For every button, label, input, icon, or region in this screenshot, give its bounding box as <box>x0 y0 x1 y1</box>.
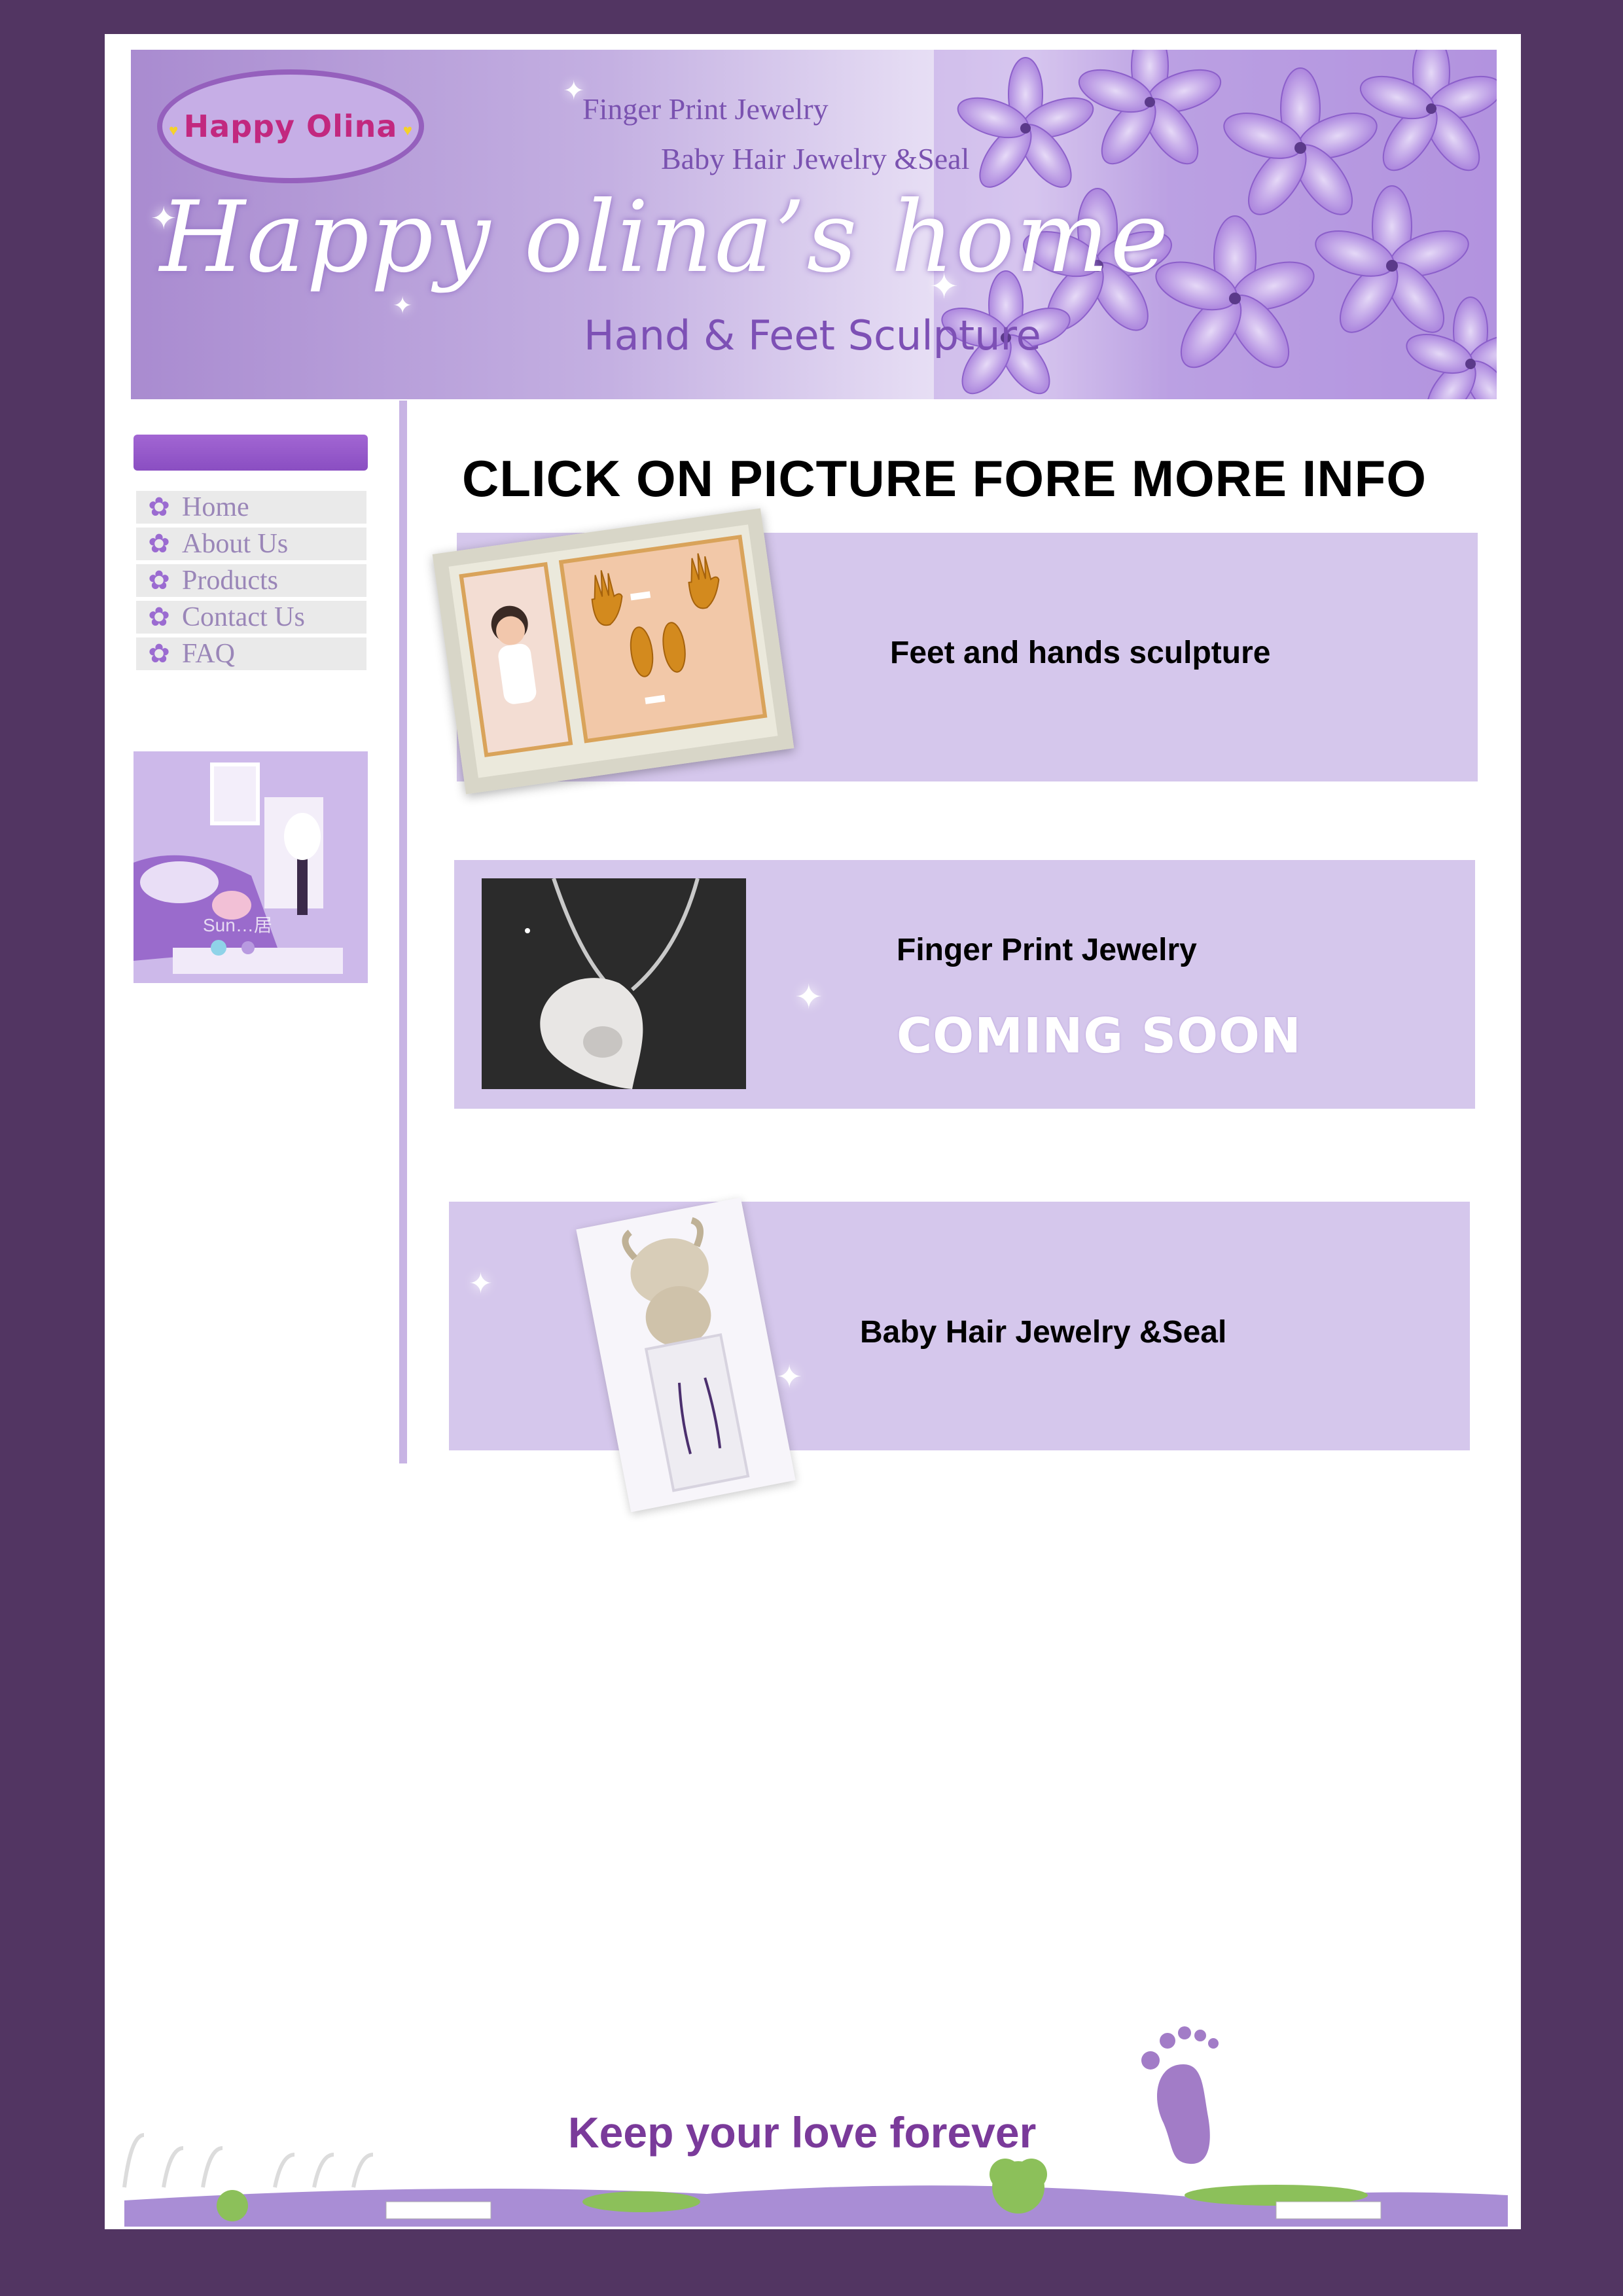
header-tagline-2: Baby Hair Jewelry &Seal <box>661 142 970 175</box>
product-title: Baby Hair Jewelry &Seal <box>860 1315 1227 1350</box>
product-title: Feet and hands sculpture <box>890 636 1271 670</box>
flower-icon: ✿ <box>148 639 170 668</box>
cast-panel <box>558 534 768 744</box>
sparkle-icon: ✦ <box>776 1360 803 1395</box>
flower-icon: ✿ <box>148 529 170 558</box>
sparkle-icon: ✦ <box>794 978 823 1016</box>
page-headline: CLICK ON PICTURE FORE MORE INFO <box>462 450 1427 507</box>
flower-icon: ✿ <box>148 566 170 595</box>
header-banner: ♥ Happy Olina ♥ Finger Print Jewelry Bab… <box>131 50 1497 399</box>
sidebar-nav: ✿ Home ✿ About Us ✿ Products ✿ Contact U… <box>136 491 366 674</box>
footer-slogan: Keep your love forever <box>568 2108 1037 2157</box>
site-title: Happy olina’s home <box>160 181 1170 295</box>
nav-label: About Us <box>182 529 289 559</box>
footprint-icon <box>1141 2026 1219 2164</box>
nav-label: FAQ <box>182 639 235 669</box>
sparkle-icon: ✦ <box>393 292 413 319</box>
baby-photo-art <box>463 566 569 753</box>
product-title: Finger Print Jewelry <box>897 933 1197 967</box>
nav-item-about-us[interactable]: ✿ About Us <box>136 528 366 562</box>
page-container: ♥ Happy Olina ♥ Finger Print Jewelry Bab… <box>105 34 1521 2229</box>
header-tagline-3: Hand & Feet Sculpture <box>584 312 1041 359</box>
bedroom-illustration <box>134 751 368 983</box>
hand-feet-frame-image[interactable] <box>432 508 794 795</box>
sparkle-icon: ✦ <box>929 267 959 306</box>
heart-pendant-image[interactable] <box>482 878 746 1089</box>
sidebar-header-bar <box>134 435 368 471</box>
nav-label: Home <box>182 492 249 522</box>
nav-item-home[interactable]: ✿ Home <box>136 491 366 525</box>
vertical-divider <box>399 401 407 1463</box>
flower-icon: ✿ <box>148 603 170 632</box>
heart-icon: ♥ <box>169 122 179 139</box>
nav-item-contact-us[interactable]: ✿ Contact Us <box>136 601 366 635</box>
coming-soon-badge: COMING SOON <box>897 1008 1302 1064</box>
sparkle-icon: ✦ <box>563 77 585 105</box>
nav-label: Products <box>182 565 278 596</box>
heart-icon: ♥ <box>402 122 412 139</box>
image-watermark: Sun…居 <box>203 915 272 935</box>
golden-casts <box>591 553 720 704</box>
bedroom-image: Sun…居 <box>134 751 368 983</box>
heart-pendant-art <box>482 878 746 1089</box>
nav-item-faq[interactable]: ✿ FAQ <box>136 637 366 672</box>
sparkle-icon: ✦ <box>469 1268 493 1300</box>
footer-banner: Keep your love forever <box>118 2011 1508 2227</box>
nav-item-products[interactable]: ✿ Products <box>136 564 366 598</box>
logo[interactable]: ♥ Happy Olina ♥ <box>157 69 424 183</box>
nav-label: Contact Us <box>182 602 305 632</box>
sparkle-icon: ✦ <box>151 202 177 236</box>
baby-photo <box>459 562 573 757</box>
header-tagline-1: Finger Print Jewelry <box>582 92 829 126</box>
flower-icon: ✿ <box>148 493 170 522</box>
logo-text: Happy Olina <box>183 109 398 144</box>
